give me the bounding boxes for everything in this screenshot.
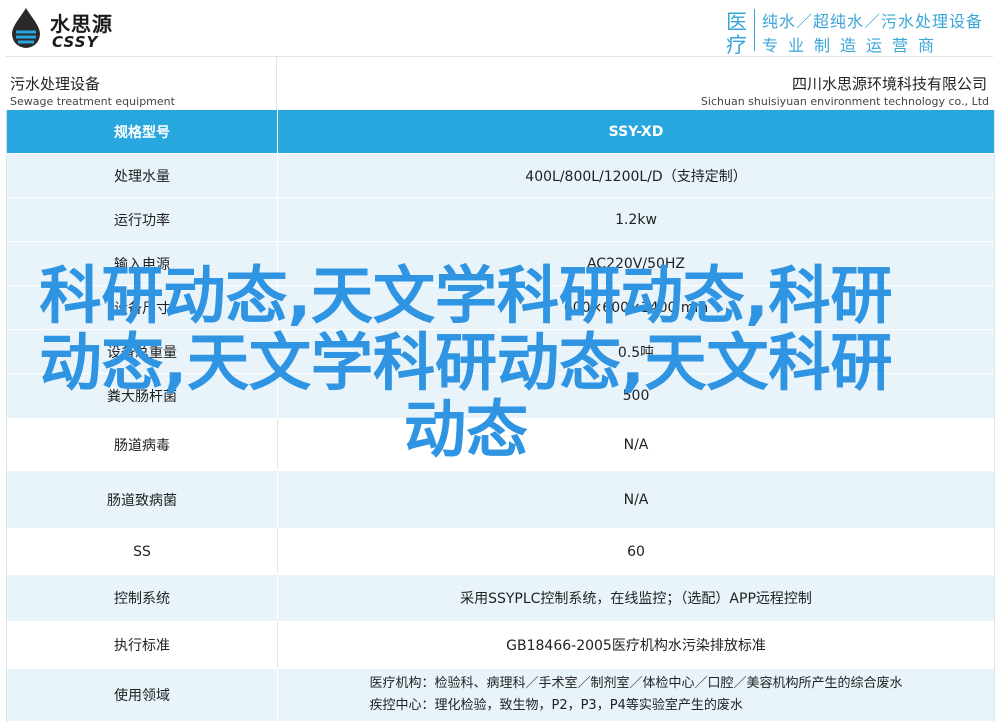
company-name-cn: 四川水思源环境科技有限公司 [791, 75, 987, 93]
row-value: 0.5吨 [617, 344, 655, 361]
row-value: 采用SSYPLC控制系统，在线监控；（选配）APP远程控制 [460, 591, 812, 607]
table-row: 运行功率 1.2kw [7, 198, 994, 242]
header-slogan: 医 疗 纯水／超纯水／污水处理设备 专业制造运营商 [726, 5, 994, 57]
table-row: 处理水量 400L/800L/1200L/D（支持定制） [7, 154, 994, 198]
row-value: N/A [623, 436, 649, 453]
page-header: 水思源 CSSY 医 疗 纯水／超纯水／污水处理设备 专业制造运营商 [0, 0, 1000, 57]
row-label: 处理水量 [7, 154, 278, 197]
brand-logo[interactable]: 水思源 CSSY [6, 6, 146, 51]
row-label: 肠道病毒 [7, 419, 278, 470]
row-value: N/A [623, 491, 649, 508]
row-value-multiline: 医疗机构：检验科、病理科／手术室／制剂室／体检中心／口腔／美容机构所产生的综合废… [278, 669, 994, 721]
table-row: 肠道病毒 N/A [7, 419, 994, 471]
row-label: 控制系统 [7, 575, 278, 621]
product-category-en: Sewage treatment equipment [10, 95, 175, 108]
row-label: SS [7, 529, 278, 574]
usage-line-2: 疾控中心：理化检验，致生物，P2，P3，P4等实验室产生的废水 [369, 698, 743, 713]
row-label: 粪大肠杆菌 [7, 374, 278, 418]
spec-table: 规格型号 SSY-XD 处理水量 400L/800L/1200L/D（支持定制）… [6, 110, 995, 722]
slogan-line-2: 专业制造运营商 [762, 36, 945, 55]
row-value: 500 [622, 388, 650, 404]
table-row: 粪大肠杆菌 500 [7, 374, 994, 419]
header-label: 规格型号 [7, 110, 278, 153]
table-row: 输入电源 AC220V/50HZ [7, 242, 994, 286]
table-row: 设备尺寸 600×600×1400 mm [7, 286, 994, 330]
row-label: 输入电源 [7, 242, 278, 285]
row-label: 使用领域 [7, 669, 278, 721]
row-label: 设备尺寸 [7, 286, 278, 329]
table-row: SS 60 [7, 529, 994, 575]
table-header-row: 规格型号 SSY-XD [7, 110, 994, 154]
row-value: GB18466-2005医疗机构水污染排放标准 [506, 638, 766, 654]
row-value: 1.2kw [615, 211, 657, 228]
row-label: 执行标准 [7, 622, 278, 668]
product-subheader: 污水处理设备 Sewage treatment equipment 四川水思源环… [6, 56, 993, 111]
row-label: 设备总重量 [7, 330, 278, 373]
row-value: 600×600×1400 mm [563, 299, 709, 316]
table-row: 肠道致病菌 N/A [7, 471, 994, 529]
row-label: 运行功率 [7, 198, 278, 241]
logo-english-name: CSSY [52, 33, 99, 51]
badge-divider [754, 9, 755, 51]
header-value: SSY-XD [608, 123, 664, 140]
table-row: 设备总重量 0.5吨 [7, 330, 994, 374]
water-drop-logo-icon [12, 8, 40, 48]
table-row: 使用领域 医疗机构：检验科、病理科／手术室／制剂室／体检中心／口腔／美容机构所产… [7, 669, 994, 722]
row-value: 60 [627, 543, 645, 560]
usage-text: 医疗机构：检验科、病理科／手术室／制剂室／体检中心／口腔／美容机构所产生的综合废… [369, 673, 902, 717]
row-value: 400L/800L/1200L/D（支持定制） [525, 168, 747, 185]
subheader-divider [276, 57, 277, 111]
slogan-line-1: 纯水／超纯水／污水处理设备 [762, 12, 984, 31]
table-row: 控制系统 采用SSYPLC控制系统，在线监控；（选配）APP远程控制 [7, 575, 994, 622]
table-row: 执行标准 GB18466-2005医疗机构水污染排放标准 [7, 622, 994, 669]
badge-char-2: 疗 [726, 33, 747, 57]
usage-line-1: 医疗机构：检验科、病理科／手术室／制剂室／体检中心／口腔／美容机构所产生的综合废… [369, 676, 903, 691]
product-category-cn: 污水处理设备 [10, 75, 101, 93]
company-name-en: Sichuan shuisiyuan environment technolog… [700, 95, 989, 108]
row-label: 肠道致病菌 [7, 471, 278, 528]
row-value: AC220V/50HZ [586, 255, 686, 272]
